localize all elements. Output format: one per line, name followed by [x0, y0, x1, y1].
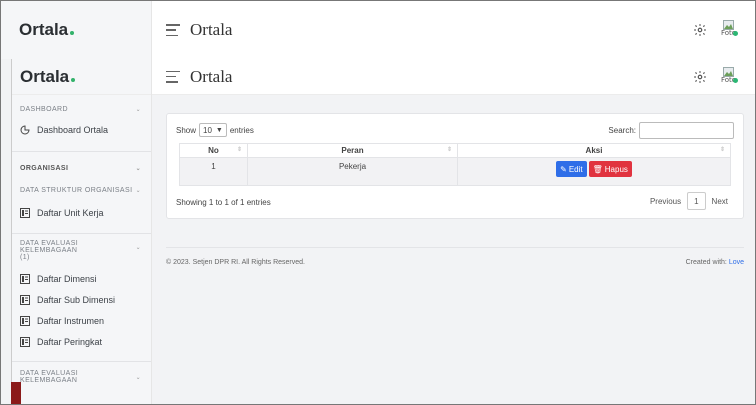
sidebar-item-unit-kerja[interactable]: Daftar Unit Kerja [12, 206, 151, 220]
entries-label: entries [229, 125, 254, 135]
page-title: Ortala [190, 20, 233, 39]
cell-no: 1 [179, 157, 248, 186]
sidebar-item-sub-dimensi[interactable]: Daftar Sub Dimensi [12, 293, 151, 307]
sidebar-heading-organisasi[interactable]: ORGANISASI ⌄ [12, 162, 151, 174]
sidebar-heading-dashboard[interactable]: DASHBOARD ⌄ [12, 103, 151, 115]
search-input[interactable] [639, 121, 734, 139]
brand-area: Ortala [1, 1, 152, 59]
sort-icon: ⇕ [719, 147, 725, 153]
page-button-1[interactable]: 1 [687, 192, 706, 210]
love-link[interactable]: Love [729, 259, 744, 266]
scrollbar-thumb[interactable] [11, 382, 21, 404]
sidebar-item-instrumen[interactable]: Daftar Instrumen [12, 314, 151, 328]
chevron-down-icon: ⌄ [135, 187, 141, 194]
column-header-peran[interactable]: Peran ⇕ [247, 143, 458, 158]
entries-select[interactable]: 10 ▼ [199, 123, 227, 137]
list-icon [20, 208, 30, 218]
avatar[interactable]: Foto [719, 20, 739, 40]
pie-chart-icon [20, 125, 30, 135]
sidebar-nav: DASHBOARD ⌄ Dashboard Ortala ORGANISASI ⌄ … [12, 95, 151, 384]
trash-icon: 🗑 [592, 164, 603, 174]
chevron-down-icon: ⌄ [135, 106, 141, 113]
header-bar: Ortala Foto [152, 1, 755, 59]
footer: © 2023. Setjen DPR RI. All Rights Reserv… [166, 247, 744, 266]
sidebar-item-dashboard-ortala[interactable]: Dashboard Ortala [12, 123, 151, 137]
chevron-down-icon: ▼ [215, 126, 223, 134]
column-header-no[interactable]: No ⇕ [179, 143, 248, 158]
table-row: 1 Pekerja ✎ Edit 🗑 Hapus [179, 157, 731, 186]
online-status-dot [733, 31, 738, 36]
sort-icon: ⇕ [236, 147, 242, 153]
pagination: Previous 1 Next [644, 192, 734, 210]
brand-logo[interactable]: Ortala [19, 20, 75, 40]
copyright-text: © 2023. Setjen DPR RI. All Rights Reserv… [166, 259, 305, 266]
inner-header-bar: Ortala Foto [152, 59, 755, 95]
list-icon [20, 274, 30, 284]
chevron-down-icon: ⌄ [135, 244, 141, 251]
chevron-down-icon: ⌄ [135, 165, 141, 172]
search-control: Search: [608, 121, 734, 139]
entries-length-control: Show 10 ▼ entries [176, 123, 254, 137]
cell-peran: Pekerja [247, 157, 458, 186]
top-header: Ortala Ortala Foto [1, 1, 755, 59]
delete-button[interactable]: 🗑 Hapus [588, 161, 632, 177]
hamburger-menu-icon[interactable] [166, 70, 180, 83]
sidebar-heading-evaluasi-2[interactable]: DATA EVALUASI KELEMBAGAAN ⌄ [12, 370, 151, 384]
gear-icon[interactable] [693, 23, 707, 37]
inner-page-title: Ortala [190, 66, 233, 86]
datatable-card: Show 10 ▼ entries Search: No ⇕ Peran ⇕ Aksi… [166, 113, 744, 219]
sidebar-heading-evaluasi-1[interactable]: DATA EVALUASI KELEMBAGAAN ⌄ [12, 240, 151, 254]
app-frame: Ortala Ortala Foto Ortala DASHBOARD ⌄ Da… [0, 0, 756, 405]
table-info: Showing 1 to 1 of 1 entries [176, 198, 271, 207]
cell-aksi: ✎ Edit 🗑 Hapus [457, 157, 731, 186]
avatar[interactable]: Foto [719, 66, 739, 87]
previous-page-button[interactable]: Previous [644, 192, 687, 210]
gear-icon[interactable] [693, 70, 707, 84]
pencil-icon: ✎ [560, 164, 567, 174]
list-icon [20, 295, 30, 305]
sort-icon: ⇕ [446, 147, 452, 153]
sidebar-heading-struktur[interactable]: DATA STRUKTUR ORGANISASI ⌄ [12, 184, 151, 196]
edit-button[interactable]: ✎ Edit [556, 161, 587, 177]
list-icon [20, 316, 30, 326]
chevron-down-icon: ⌄ [135, 374, 141, 381]
hamburger-menu-icon[interactable] [166, 24, 180, 36]
sidebar: Ortala DASHBOARD ⌄ Dashboard Ortala ORGAN… [11, 59, 152, 404]
list-icon [20, 337, 30, 347]
online-status-dot [733, 77, 738, 83]
column-header-aksi[interactable]: Aksi ⇕ [457, 143, 731, 158]
data-table: No ⇕ Peran ⇕ Aksi ⇕ 1 Pekerja ✎ Edit 🗑 Hapus [179, 143, 731, 186]
sidebar-item-peringkat[interactable]: Daftar Peringkat [12, 335, 151, 349]
sidebar-item-dimensi[interactable]: Daftar Dimensi [12, 272, 151, 286]
created-with-text: Created with: Love [685, 259, 744, 266]
search-label: Search: [608, 125, 636, 135]
sidebar-brand-logo[interactable]: Ortala [20, 67, 76, 87]
show-label: Show [176, 125, 197, 135]
main-content: Show 10 ▼ entries Search: No ⇕ Peran ⇕ Aksi… [152, 95, 755, 404]
sidebar-brand: Ortala [12, 59, 151, 95]
next-page-button[interactable]: Next [706, 192, 734, 210]
